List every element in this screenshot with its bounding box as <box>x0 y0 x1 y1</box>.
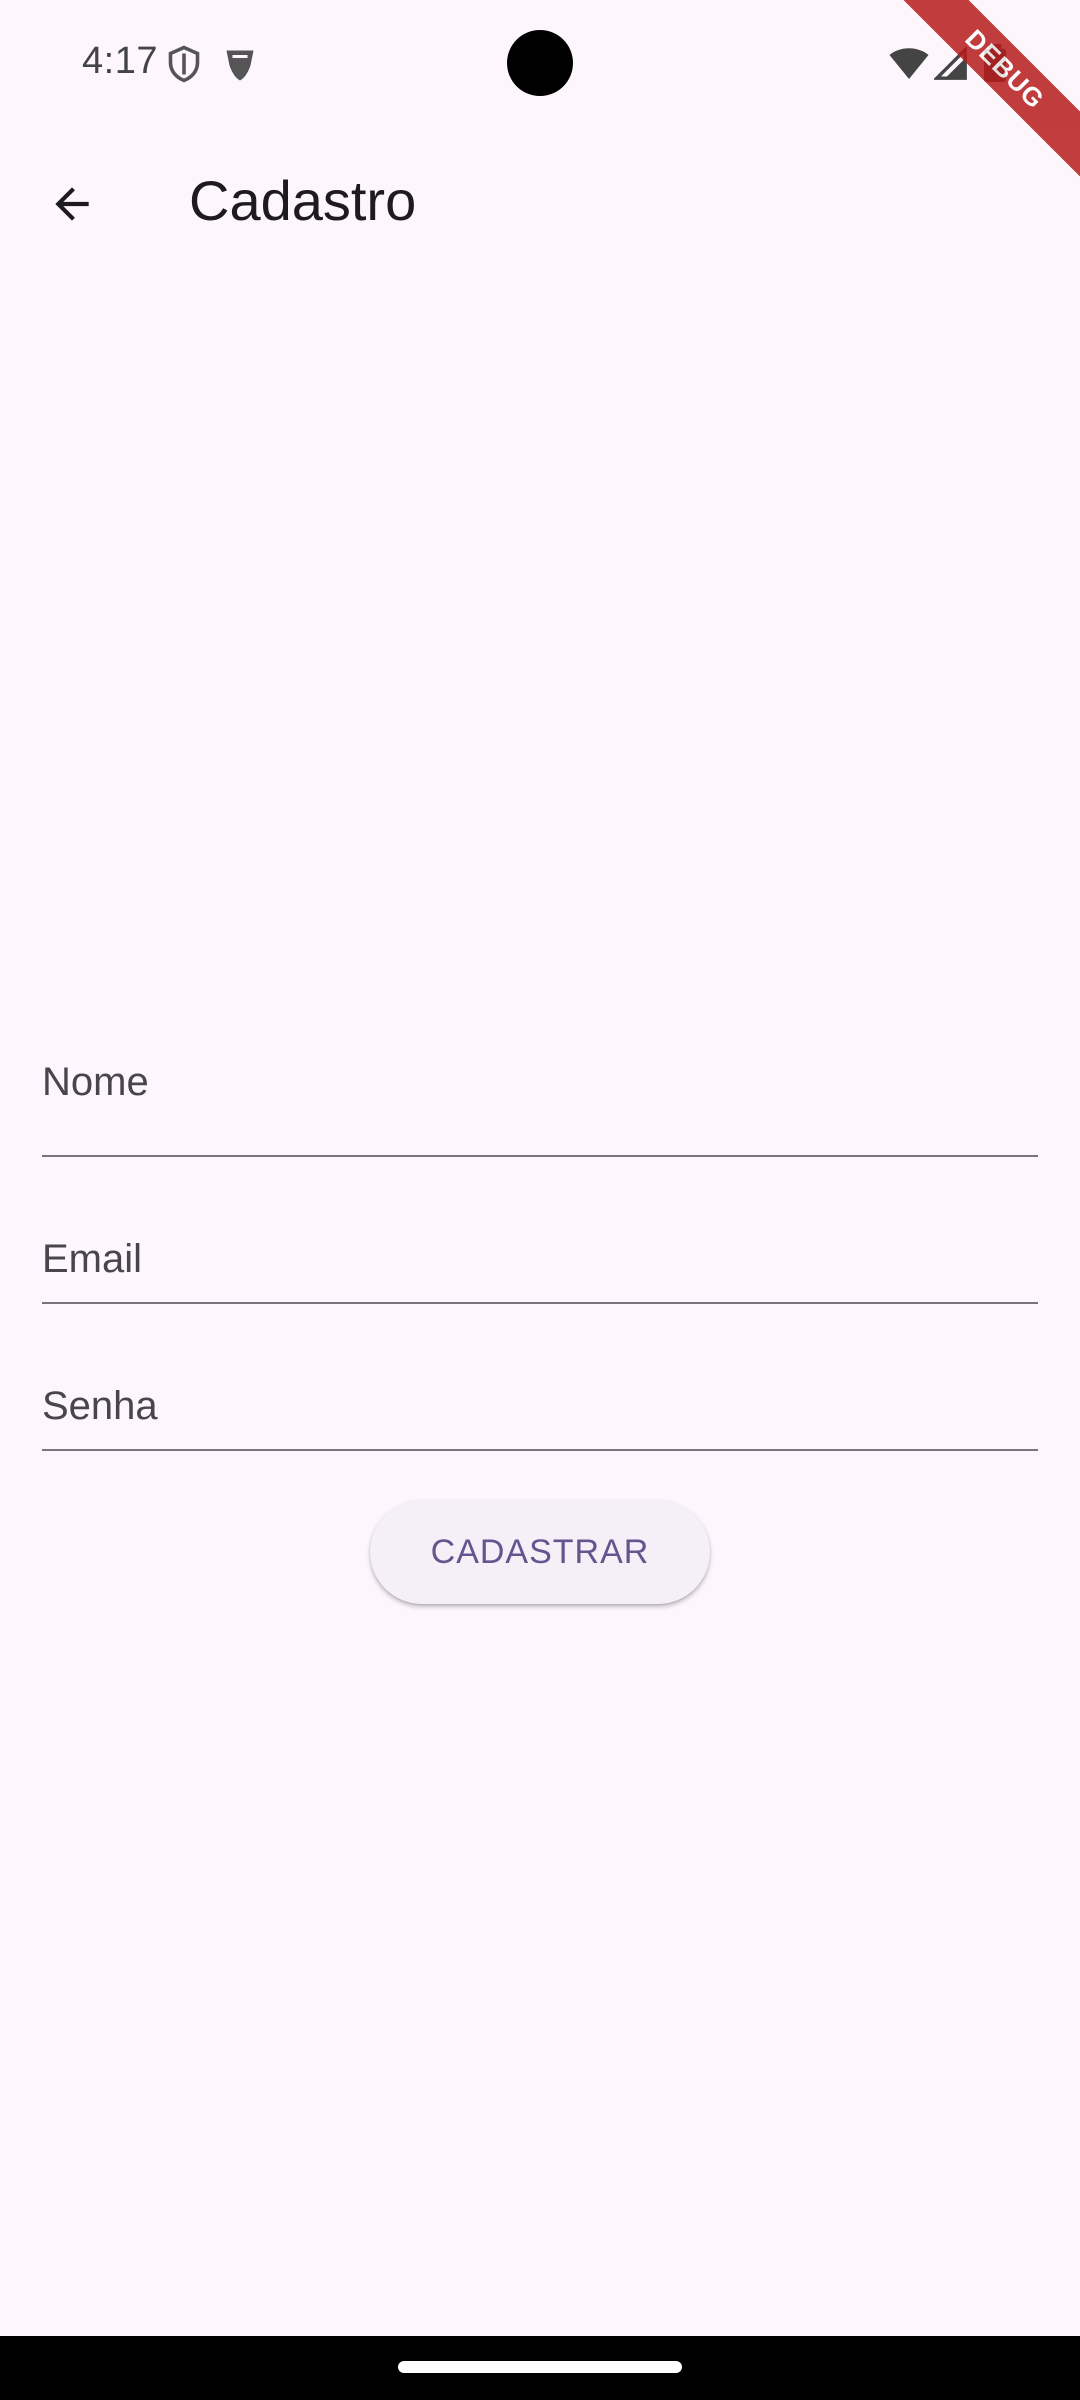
shield-icon <box>166 44 202 89</box>
password-input[interactable] <box>42 1384 1038 1429</box>
signup-screen: 4:17 DEBUG Cadastro Nome Email CADASTRAR <box>0 0 1080 2400</box>
status-time: 4:17 <box>82 40 158 82</box>
battery-icon <box>984 44 1006 87</box>
home-indicator[interactable] <box>398 2361 682 2373</box>
name-input[interactable] <box>42 1060 1038 1105</box>
name-field[interactable] <box>42 1010 1038 1157</box>
status-bar: 4:17 <box>0 0 1080 128</box>
vpn-shield-icon <box>222 44 258 89</box>
signup-form <box>42 1010 1038 1451</box>
arrow-back-icon <box>47 179 97 234</box>
page-title: Cadastro <box>189 169 417 232</box>
email-field[interactable] <box>42 1157 1038 1304</box>
email-input[interactable] <box>42 1237 1038 1282</box>
cadastrar-button-label: CADASTRAR <box>430 1532 650 1571</box>
camera-cutout <box>507 30 573 96</box>
cadastrar-button[interactable]: CADASTRAR <box>370 1500 710 1604</box>
wifi-icon <box>888 46 930 87</box>
navigation-bar <box>0 2336 1080 2400</box>
signal-icon <box>932 45 968 87</box>
app-bar: Cadastro <box>0 128 1080 276</box>
back-button[interactable] <box>24 158 120 254</box>
password-field[interactable] <box>42 1304 1038 1451</box>
